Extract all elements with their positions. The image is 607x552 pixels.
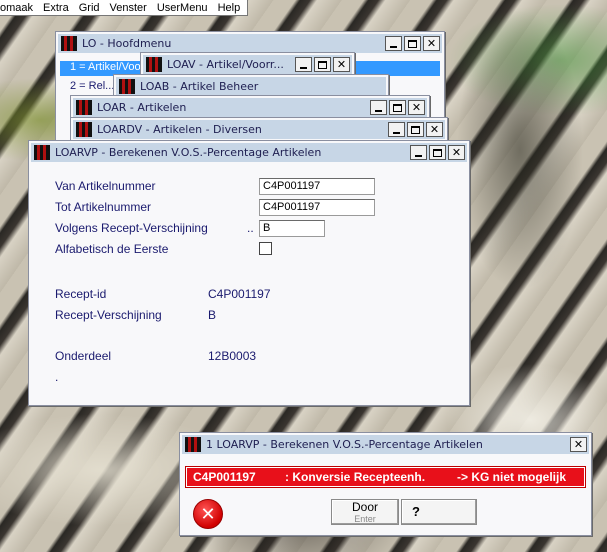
minimize-button[interactable] [388,122,405,137]
app-logo-icon [146,57,162,72]
close-icon: ✕ [336,58,347,71]
close-icon: ✕ [429,123,440,136]
help-button[interactable]: ? [401,499,477,525]
menu-item-usermenu[interactable]: UserMenu [152,2,213,14]
menu-item-help[interactable]: Help [213,2,246,14]
loarvp-title: LOARVP - Berekenen V.O.S.-Percentage Art… [55,146,322,159]
maximize-icon [433,148,442,157]
onderdeel-value: 12B0003 [208,349,257,363]
error-titlebar[interactable]: 1 LOARVP - Berekenen V.O.S.-Percentage A… [182,435,589,454]
recept-verschijning-field[interactable]: B [259,220,325,237]
app-logo-icon [76,122,92,137]
recept-versch-value: B [208,308,217,322]
loardv-titlebar[interactable]: LOARDV - Artikelen - Diversen ✕ [73,120,445,139]
minimize-icon [415,154,422,157]
loab-title: LOAB - Artikel Beheer [140,80,259,93]
minimize-icon [393,131,400,134]
menu-item-venster[interactable]: Venster [105,2,152,14]
minimize-button[interactable] [295,57,312,72]
close-button[interactable]: ✕ [408,100,425,115]
app-logo-icon [185,437,201,452]
main-menu-titlebar[interactable]: LO - Hoofdmenu ✕ [58,34,442,53]
recept-id-value: C4P001197 [208,287,271,301]
maximize-icon [318,60,327,69]
menu-item-grid[interactable]: Grid [74,2,105,14]
recept-id-label: Recept-id [55,287,107,301]
maximize-button[interactable] [429,145,446,160]
minimize-icon [375,109,382,112]
loav-title: LOAV - Artikel/Voorr... [167,58,284,71]
door-button-sub: Enter [354,514,376,524]
loav-titlebar[interactable]: LOAV - Artikel/Voorr... ✕ [143,55,352,74]
loab-titlebar[interactable]: LOAB - Artikel Beheer [116,77,386,96]
minimize-icon [390,45,397,48]
error-code: C4P001197 [193,470,256,484]
main-menu-title: LO - Hoofdmenu [82,37,172,50]
loar-title: LOAR - Artikelen [97,101,187,114]
maximize-icon [408,39,417,48]
close-button[interactable]: ✕ [423,36,440,51]
loarvp-window: LOARVP - Berekenen V.O.S.-Percentage Art… [28,140,470,406]
door-button-label: Door [351,500,378,514]
menu-item-extra[interactable]: Extra [38,2,74,14]
close-icon: ✕ [573,438,584,451]
close-icon: ✕ [451,146,462,159]
recept-verschijning-label: Volgens Recept-Verschijning [55,221,208,235]
close-icon: ✕ [411,101,422,114]
loar-titlebar[interactable]: LOAR - Artikelen ✕ [73,98,427,117]
minimize-icon [300,66,307,69]
app-logo-icon [119,79,135,94]
door-button[interactable]: Door Enter [331,499,399,525]
close-button[interactable]: ✕ [448,145,465,160]
recept-versch-label: Recept-Verschijning [55,308,162,322]
minimize-button[interactable] [410,145,427,160]
maximize-icon [393,103,402,112]
van-artikelnummer-field[interactable]: C4P001197 [259,178,375,195]
maximize-button[interactable] [314,57,331,72]
error-dialog: 1 LOARVP - Berekenen V.O.S.-Percentage A… [179,432,592,536]
loardv-title: LOARDV - Artikelen - Diversen [97,123,262,136]
maximize-button[interactable] [389,100,406,115]
minimize-button[interactable] [370,100,387,115]
app-logo-icon [34,145,50,160]
error-message: : Konversie Recepteenh. [285,470,426,484]
error-message-bar: C4P001197 : Konversie Recepteenh. -> KG … [185,466,586,488]
menu-bar: omaak Extra Grid Venster UserMenu Help [0,0,248,16]
maximize-button[interactable] [404,36,421,51]
error-title: 1 LOARVP - Berekenen V.O.S.-Percentage A… [206,438,483,451]
close-button[interactable]: ✕ [333,57,350,72]
status-dot: . [55,370,59,384]
maximize-button[interactable] [407,122,424,137]
minimize-button[interactable] [385,36,402,51]
close-button[interactable]: ✕ [426,122,443,137]
help-icon: ? [412,504,420,519]
onderdeel-label: Onderdeel [55,349,112,363]
maximize-icon [411,125,420,134]
recept-lookup-dots[interactable]: .. [247,221,254,235]
tot-artikelnummer-label: Tot Artikelnummer [55,200,152,214]
close-icon: ✕ [426,37,437,50]
error-icon: ✕ [193,499,223,529]
close-button[interactable]: ✕ [570,437,587,452]
van-artikelnummer-label: Van Artikelnummer [55,179,156,193]
menu-item-maak[interactable]: omaak [0,2,38,14]
alfabetisch-label: Alfabetisch de Eerste [55,242,169,256]
tot-artikelnummer-field[interactable]: C4P001197 [259,199,375,216]
alfabetisch-checkbox[interactable] [259,242,272,255]
error-detail: -> KG niet mogelijk [457,470,567,484]
app-logo-icon [61,36,77,51]
app-logo-icon [76,100,92,115]
loarvp-titlebar[interactable]: LOARVP - Berekenen V.O.S.-Percentage Art… [31,143,467,162]
